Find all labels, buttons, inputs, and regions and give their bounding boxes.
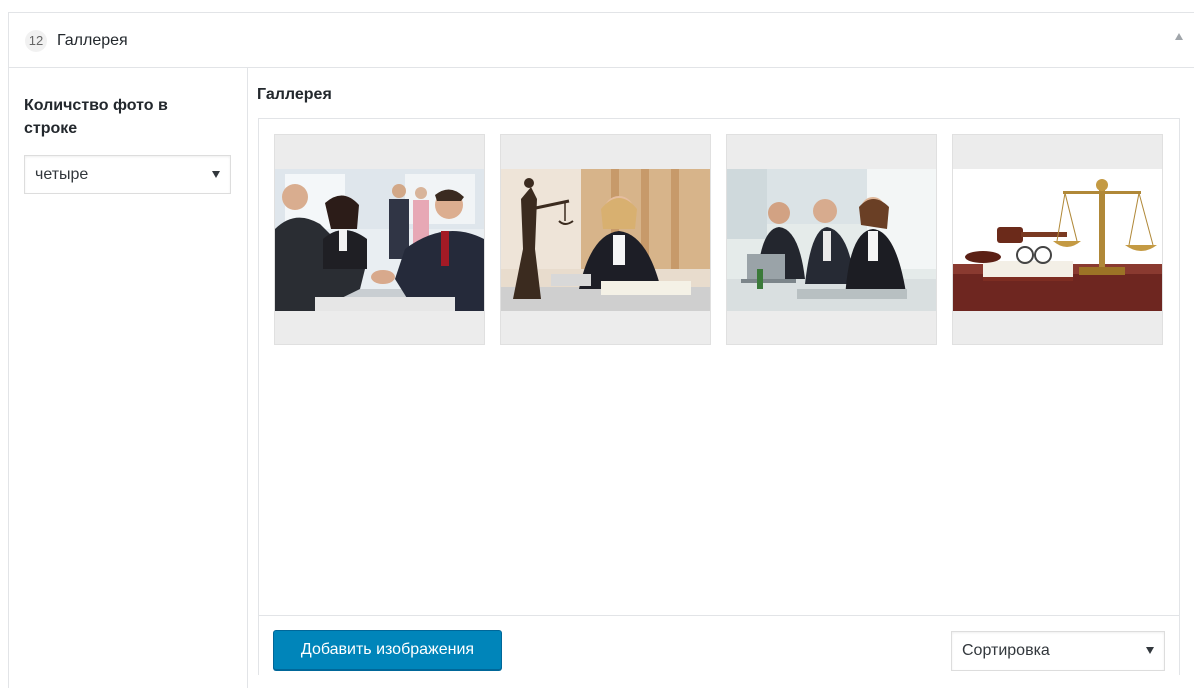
gallery-image[interactable] — [726, 134, 937, 345]
gallery-image[interactable] — [274, 134, 485, 345]
photos-per-row-select[interactable]: четыре — [24, 155, 231, 194]
metabox-header[interactable]: 12 Галлерея — [9, 13, 1194, 68]
photos-per-row-value: четыре — [35, 166, 89, 183]
gallery-image[interactable] — [952, 134, 1163, 345]
add-images-button[interactable]: Добавить изображения — [273, 630, 502, 670]
section-title: Галлерея — [57, 32, 128, 49]
image-scales-gavel — [953, 169, 1162, 311]
settings-sidebar: Количство фото в строке четыре — [9, 68, 248, 688]
gallery-container: Добавить изображения Сортировка — [258, 118, 1180, 676]
chevron-down-icon — [212, 171, 220, 178]
gallery-label: Галлерея — [257, 86, 332, 103]
sort-select[interactable]: Сортировка — [951, 631, 1165, 671]
image-office-team — [727, 169, 936, 311]
chevron-down-icon — [1146, 647, 1154, 654]
image-lawyer-statue — [501, 169, 710, 311]
gallery-footer: Добавить изображения Сортировка — [259, 615, 1179, 676]
section-order-badge: 12 — [25, 30, 47, 52]
sort-select-value: Сортировка — [962, 642, 1050, 659]
photos-per-row-label: Количство фото в строке — [24, 97, 168, 137]
collapse-arrow-icon[interactable] — [1175, 33, 1183, 40]
gallery-image[interactable] — [500, 134, 711, 345]
image-handshake — [275, 169, 484, 311]
